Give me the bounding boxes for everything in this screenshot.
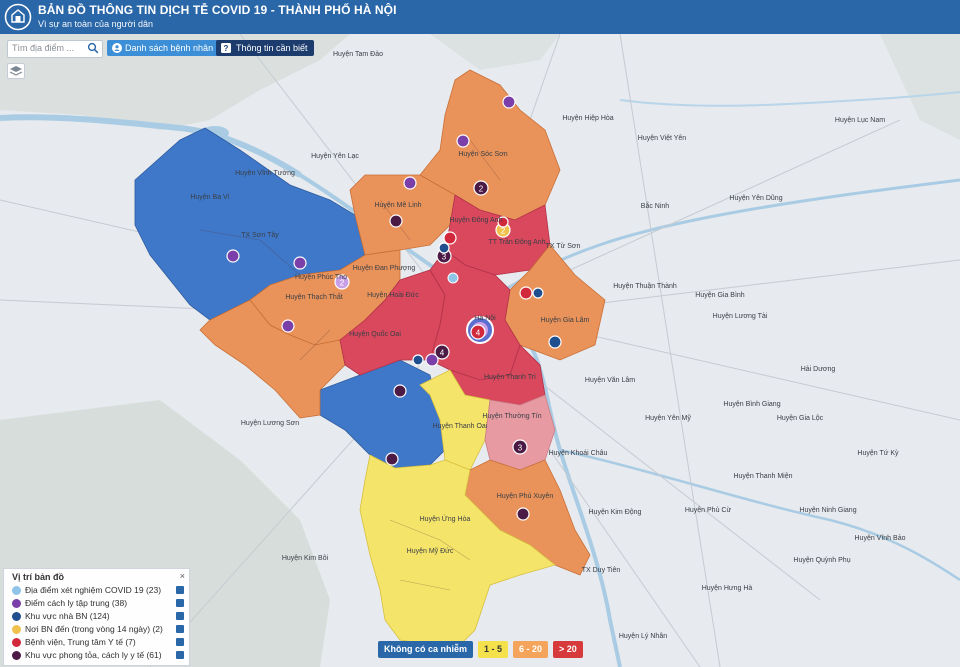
scale-mid: 6 - 20 [513,641,549,658]
map-label: Huyện Đan Phượng [353,265,416,272]
map-label: Huyện Ninh Giang [799,507,856,514]
legend-item[interactable]: Bệnh viện, Trung tâm Y tế (7) [12,637,184,648]
map-label: Huyện Tứ Kỳ [857,450,899,457]
test-site-icon [12,586,21,595]
map-label: Huyện Bình Giang [723,401,780,408]
map-label: Huyện Gia Lâm [541,317,590,324]
info-button[interactable]: ? Thông tin cần biết [216,40,314,56]
info-label: Thông tin cần biết [236,43,308,53]
legend-checkbox[interactable] [176,638,184,646]
map-label: Huyện Khoái Châu [549,450,608,457]
hospital-icon [12,638,21,647]
home-icon [12,612,21,621]
map-label: Huyện Yên Lạc [311,153,359,160]
map-label: Huyện Thuận Thành [613,283,677,290]
map-label: Huyện Hiệp Hòa [562,115,613,122]
map-label: Huyện Lục Nam [835,117,885,124]
legend-checkbox[interactable] [176,651,184,659]
map-label: Huyện Vĩnh Bảo [855,535,906,542]
search-icon[interactable] [87,42,99,54]
map-label: Huyện Gia Bình [695,292,745,299]
map-legend: Vị trí bản đồ × Địa điểm xét nghiệm COVI… [3,568,190,666]
legend-checkbox[interactable] [176,625,184,633]
map-label: Huyện Sóc Sơn [458,151,507,158]
question-icon: ? [221,43,231,53]
district-thuong-tin[interactable] [484,394,556,471]
scale-low: 1 - 5 [478,641,509,658]
map-label: Huyện Quốc Oai [349,329,401,338]
marker-count[interactable]: 4 [440,349,445,358]
legend-checkbox[interactable] [176,612,184,620]
legend-item[interactable]: Địa điểm xét nghiệm COVID 19 (23) [12,585,184,596]
map-label: Huyện Ứng Hòa [420,514,471,523]
layers-toggle[interactable] [7,63,25,79]
map-label: Hà Nội [474,315,496,322]
patient-list-button[interactable]: Danh sách bệnh nhân [107,40,220,56]
map-label: Huyện Lương Tài [713,313,768,320]
map-label: Huyện Văn Lâm [585,377,635,384]
map-label: TX Duy Tiên [582,567,621,574]
map-label: Bắc Ninh [641,201,670,210]
legend-checkbox[interactable] [176,599,184,607]
quarantine-icon [12,599,21,608]
map-label: Huyện Thanh Trì [484,374,536,381]
search-input[interactable]: Tìm địa điểm ... [7,40,103,58]
map-label: Huyện Việt Yên [638,135,686,142]
scale-high: > 20 [553,641,583,658]
page-title: BẢN ĐỒ THÔNG TIN DỊCH TỄ COVID 19 - THÀN… [38,3,397,17]
map-label: Huyện Mỹ Đức [407,548,454,555]
marker-count[interactable]: 2 [479,185,484,194]
map-label: Huyện Yên Mỹ [645,415,691,422]
map-label: TX Sơn Tây [241,232,279,239]
legend-checkbox[interactable] [176,586,184,594]
page-subtitle: Vì sự an toàn của người dân [38,19,154,29]
map-label: Huyện Lương Sơn [241,420,299,427]
marker-count[interactable]: 2 [501,227,506,236]
map-label: Huyện Thường Tín [482,413,541,420]
map-label: Huyện Thanh Miện [733,473,792,480]
map-label: Huyện Kim Động [589,509,642,516]
scale-none: Không có ca nhiễm [378,641,474,658]
hanoi-emblem-icon [4,3,32,31]
map-label: Huyện Vĩnh Tường [235,170,295,177]
map-label: Huyện Phù Cừ [685,507,732,514]
map-label: Huyện Tam Đảo [333,51,383,58]
patient-list-label: Danh sách bệnh nhân [125,43,214,53]
legend-close-icon[interactable]: × [180,571,185,581]
marker-count[interactable]: 3 [442,253,447,262]
visited-place-icon [12,625,21,634]
lockdown-icon [12,651,21,660]
app-header: BẢN ĐỒ THÔNG TIN DỊCH TỄ COVID 19 - THÀN… [0,0,960,34]
legend-item[interactable]: Nơi BN đến (trong vòng 14 ngày) (2) [12,624,184,635]
map-label: Huyện Quỳnh Phụ [793,557,850,564]
legend-item[interactable]: Khu vực phong tỏa, cách ly y tế (61) [12,650,184,661]
map-label: Huyện Phúc Thọ [295,274,347,281]
map-label: Hải Dương [801,366,836,373]
map-label: Huyện Mê Linh [374,202,421,209]
user-icon [112,43,122,53]
map-label: Huyện Phú Xuyên [497,493,554,500]
map-label: Huyện Hưng Hà [702,585,753,592]
legend-item[interactable]: Khu vực nhà BN (124) [12,611,184,622]
layers-icon [9,66,23,76]
marker-count[interactable]: 4 [476,329,481,338]
svg-text:?: ? [224,44,229,53]
case-scale-legend: Không có ca nhiễm 1 - 5 6 - 20 > 20 [378,641,583,658]
map-label: Huyện Hoài Đức [367,292,419,299]
map-label: Huyện Yên Dũng [729,195,782,202]
map-label: TX Từ Sơn [546,243,581,250]
map-label: Huyện Lý Nhân [619,633,667,640]
map-label: Huyện Thanh Oai [433,423,488,430]
map-label: Huyện Kim Bôi [282,555,329,562]
map-label: Huyện Gia Lộc [777,415,824,422]
legend-item[interactable]: Điểm cách ly tập trung (38) [12,598,184,609]
map-label: TT Trần Đông Anh [488,237,545,246]
legend-title: Vị trí bản đồ [12,572,65,582]
map-label: Huyện Đông Anh [450,217,503,224]
map-label: Huyện Thạch Thất [285,292,342,301]
marker-count[interactable]: 3 [518,444,523,453]
search-placeholder: Tìm địa điểm ... [12,43,75,53]
map-label: Huyện Ba Vì [190,194,229,201]
